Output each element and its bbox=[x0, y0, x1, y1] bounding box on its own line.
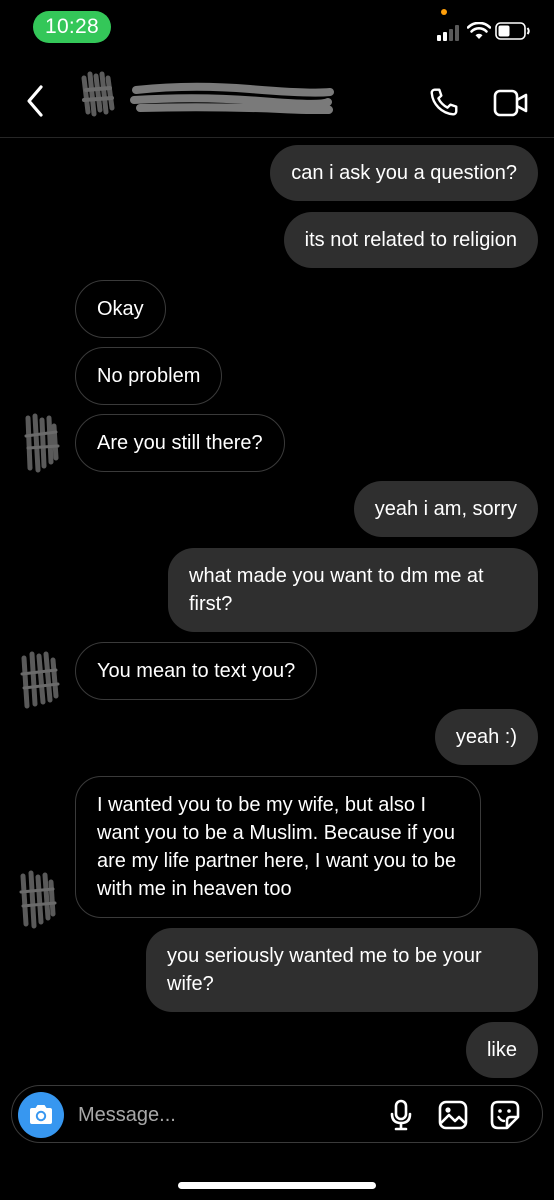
message-incoming: You mean to text you? bbox=[75, 642, 318, 700]
message-outgoing: yeah :) bbox=[434, 709, 538, 765]
message-outgoing: its not related to religion bbox=[283, 212, 538, 268]
message-incoming: Okay bbox=[75, 280, 166, 338]
message-outgoing: what made you want to dm me at first? bbox=[168, 548, 538, 632]
message-outgoing: you seriously wanted me to be your wife? bbox=[146, 928, 538, 1012]
privacy-indicator-dot bbox=[441, 9, 447, 15]
microphone-icon[interactable] bbox=[389, 1099, 413, 1131]
wifi-icon bbox=[467, 22, 491, 39]
signal-icon bbox=[437, 25, 459, 41]
home-indicator[interactable] bbox=[178, 1182, 376, 1189]
message-incoming: Are you still there? bbox=[75, 414, 285, 472]
message-incoming: No problem bbox=[75, 347, 223, 405]
battery-icon bbox=[495, 22, 530, 40]
contact-name-redacted[interactable] bbox=[130, 80, 335, 114]
message-incoming: I wanted you to be my wife, but also I w… bbox=[75, 776, 481, 918]
contact-avatar[interactable] bbox=[74, 70, 122, 118]
sender-avatar[interactable] bbox=[16, 648, 60, 710]
sender-avatar[interactable] bbox=[14, 868, 58, 930]
chat-header bbox=[0, 58, 554, 138]
call-icon[interactable] bbox=[428, 86, 460, 118]
gallery-icon[interactable] bbox=[438, 1100, 468, 1130]
sticker-icon[interactable] bbox=[490, 1100, 520, 1130]
message-outgoing: can i ask you a question? bbox=[270, 145, 538, 201]
camera-button[interactable] bbox=[18, 1092, 64, 1138]
camera-icon bbox=[30, 1105, 52, 1124]
video-call-icon[interactable] bbox=[493, 88, 529, 118]
status-bar: 10:28 bbox=[0, 0, 554, 56]
status-time: 10:28 bbox=[33, 11, 111, 43]
message-composer bbox=[11, 1085, 543, 1143]
message-input[interactable] bbox=[76, 1100, 376, 1130]
sender-avatar[interactable] bbox=[18, 412, 62, 474]
back-icon[interactable] bbox=[24, 84, 46, 118]
message-outgoing: like bbox=[465, 1022, 538, 1078]
message-outgoing: yeah i am, sorry bbox=[353, 481, 538, 537]
